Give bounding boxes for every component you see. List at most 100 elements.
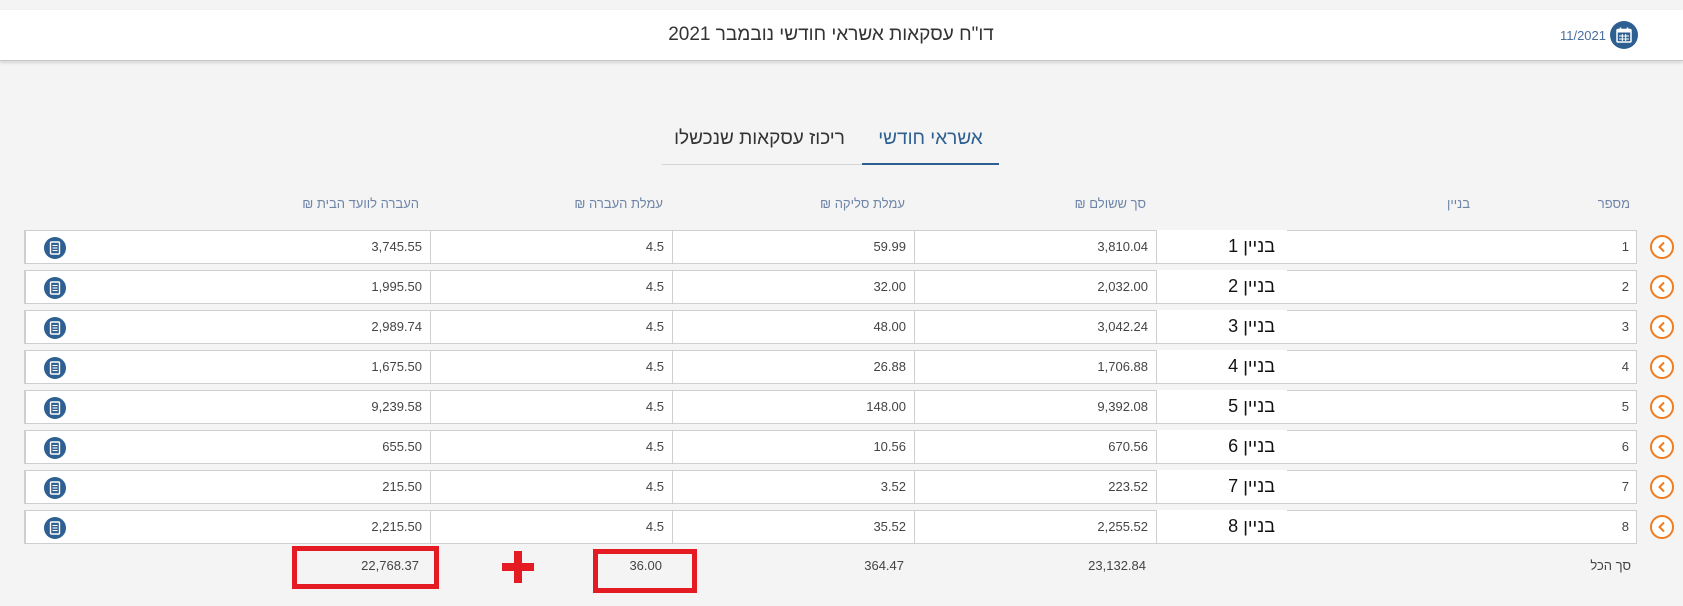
column-header-number: מספר — [1597, 196, 1630, 211]
cell-transfer-fee: 4.5 — [430, 511, 672, 543]
cell-clearing-fee: 26.88 — [672, 351, 914, 383]
table-row[interactable]: 655.50 4.5 10.56 670.56 בניין 6 6 — [24, 430, 1637, 464]
cell-total-paid: 3,042.24 — [914, 311, 1156, 343]
building-name: בניין 4 — [1157, 350, 1287, 380]
cell-clearing-fee: 48.00 — [672, 311, 914, 343]
table-row[interactable]: 9,239.58 4.5 148.00 9,392.08 בניין 5 5 — [24, 390, 1637, 424]
total-paid-sum: 23,132.84 — [1088, 558, 1146, 573]
tab-failed-transactions[interactable]: ריכוז עסקאות שנכשלו — [662, 118, 857, 163]
chevron-left-icon[interactable] — [1650, 515, 1674, 539]
cell-number: 4 — [1621, 359, 1629, 374]
chevron-left-icon[interactable] — [1650, 235, 1674, 259]
cell-transfer-fee: 4.5 — [430, 431, 672, 463]
document-icon[interactable] — [44, 357, 66, 379]
table-row[interactable]: 2,989.74 4.5 48.00 3,042.24 בניין 3 3 — [24, 310, 1637, 344]
cell-transfer-fee: 4.5 — [430, 231, 672, 263]
document-icon[interactable] — [44, 517, 66, 539]
table-row[interactable]: 215.50 4.5 3.52 223.52 בניין 7 7 — [24, 470, 1637, 504]
document-icon[interactable] — [44, 317, 66, 339]
tab-bar: אשראי חודשי ריכוז עסקאות שנכשלו — [662, 118, 999, 165]
calendar-icon[interactable] — [1610, 21, 1638, 49]
table-row[interactable]: 2,215.50 4.5 35.52 2,255.52 בניין 8 8 — [24, 510, 1637, 544]
cell-transfer-to-committee: 3,745.55 — [25, 231, 430, 263]
cell-clearing-fee: 32.00 — [672, 271, 914, 303]
total-transfer-fee-sum: 36.00 — [629, 558, 662, 573]
total-transfer-to-committee-sum: 22,768.37 — [361, 558, 419, 573]
cell-building: בניין 1 — [1156, 230, 1479, 263]
column-header-building: בניין — [1447, 196, 1470, 211]
period-label: 11/2021 — [1559, 27, 1606, 43]
cell-transfer-to-committee: 1,995.50 — [25, 271, 430, 303]
document-icon[interactable] — [44, 437, 66, 459]
cell-clearing-fee: 3.52 — [672, 471, 914, 503]
document-icon[interactable] — [44, 477, 66, 499]
document-icon[interactable] — [44, 397, 66, 419]
total-clearing-fee-sum: 364.47 — [864, 558, 904, 573]
cell-number: 5 — [1621, 399, 1629, 414]
cell-number: 3 — [1621, 319, 1629, 334]
building-name: בניין 7 — [1157, 470, 1287, 500]
cell-clearing-fee: 59.99 — [672, 231, 914, 263]
cell-number: 2 — [1621, 279, 1629, 294]
chevron-left-icon[interactable] — [1650, 395, 1674, 419]
cell-number: 7 — [1621, 479, 1629, 494]
cell-transfer-to-committee: 2,989.74 — [25, 311, 430, 343]
cell-transfer-fee: 4.5 — [430, 311, 672, 343]
period-selector[interactable]: 11/2021 — [1560, 21, 1638, 49]
cell-number: 6 — [1621, 439, 1629, 454]
cell-clearing-fee: 10.56 — [672, 431, 914, 463]
cell-building: בניין 4 — [1156, 350, 1479, 383]
chevron-left-icon[interactable] — [1650, 355, 1674, 379]
building-name: בניין 5 — [1157, 390, 1287, 420]
column-header-total-paid: סך ששולם ₪ — [1074, 196, 1146, 211]
cell-transfer-to-committee: 1,675.50 — [25, 351, 430, 383]
cell-transfer-fee: 4.5 — [430, 471, 672, 503]
cell-clearing-fee: 35.52 — [672, 511, 914, 543]
table-row[interactable]: 1,995.50 4.5 32.00 2,032.00 בניין 2 2 — [24, 270, 1637, 304]
cell-total-paid: 223.52 — [914, 471, 1156, 503]
cell-transfer-to-committee: 655.50 — [25, 431, 430, 463]
cell-transfer-fee: 4.5 — [430, 391, 672, 423]
cell-transfer-to-committee: 215.50 — [25, 471, 430, 503]
column-header-transfer-to-committee: העברה לוועד הבית ₪ — [302, 196, 419, 211]
page-title: דו"ח עסקאות אשראי חודשי נובמבר 2021 — [668, 24, 994, 45]
building-name: בניין 1 — [1157, 230, 1287, 260]
building-name: בניין 3 — [1157, 310, 1287, 340]
cell-total-paid: 9,392.08 — [914, 391, 1156, 423]
cell-transfer-to-committee: 2,215.50 — [25, 511, 430, 543]
cell-total-paid: 2,032.00 — [914, 271, 1156, 303]
plus-icon — [502, 551, 534, 583]
chevron-left-icon[interactable] — [1650, 275, 1674, 299]
tab-monthly-credit[interactable]: אשראי חודשי — [862, 118, 999, 165]
cell-total-paid: 3,810.04 — [914, 231, 1156, 263]
cell-building: בניין 8 — [1156, 510, 1479, 543]
totals-label: סך הכל — [1590, 558, 1631, 573]
chevron-left-icon[interactable] — [1650, 475, 1674, 499]
column-header-clearing-fee: עמלת סליקה ₪ — [820, 196, 905, 211]
cell-total-paid: 670.56 — [914, 431, 1156, 463]
cell-building: בניין 6 — [1156, 430, 1479, 463]
cell-clearing-fee: 148.00 — [672, 391, 914, 423]
document-icon[interactable] — [44, 237, 66, 259]
cell-number: 1 — [1621, 239, 1629, 254]
cell-building: בניין 5 — [1156, 390, 1479, 423]
cell-total-paid: 2,255.52 — [914, 511, 1156, 543]
building-name: בניין 8 — [1157, 510, 1287, 540]
table-row[interactable]: 3,745.55 4.5 59.99 3,810.04 בניין 1 1 — [24, 230, 1637, 264]
cell-transfer-to-committee: 9,239.58 — [25, 391, 430, 423]
chevron-left-icon[interactable] — [1650, 315, 1674, 339]
chevron-left-icon[interactable] — [1650, 435, 1674, 459]
top-header: דו"ח עסקאות אשראי חודשי נובמבר 2021 11/2… — [0, 10, 1683, 61]
cell-transfer-fee: 4.5 — [430, 351, 672, 383]
building-name: בניין 2 — [1157, 270, 1287, 300]
document-icon[interactable] — [44, 277, 66, 299]
cell-total-paid: 1,706.88 — [914, 351, 1156, 383]
column-header-transfer-fee: עמלת העברה ₪ — [574, 196, 663, 211]
cell-transfer-fee: 4.5 — [430, 271, 672, 303]
cell-building: בניין 3 — [1156, 310, 1479, 343]
cell-building: בניין 2 — [1156, 270, 1479, 303]
cell-number: 8 — [1621, 519, 1629, 534]
cell-building: בניין 7 — [1156, 470, 1479, 503]
building-name: בניין 6 — [1157, 430, 1287, 460]
table-row[interactable]: 1,675.50 4.5 26.88 1,706.88 בניין 4 4 — [24, 350, 1637, 384]
